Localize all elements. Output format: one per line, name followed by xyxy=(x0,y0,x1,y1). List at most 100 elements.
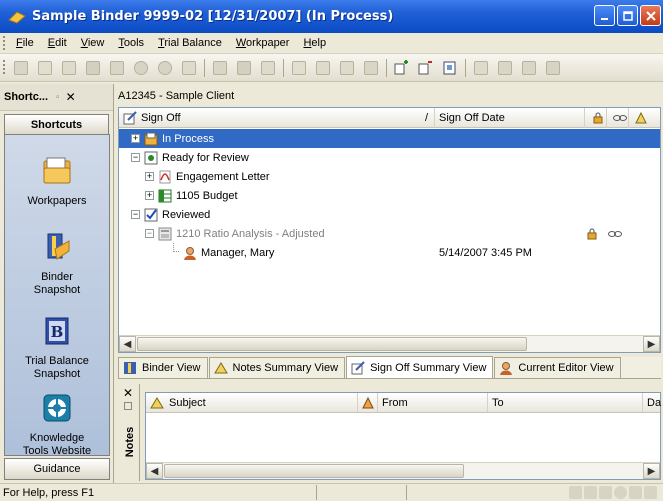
tree-row-ratio-analysis[interactable]: − 1210 Ratio Analysis - Adjusted xyxy=(119,224,660,243)
tree-row-manager-mary[interactable]: Manager, Mary 5/14/2007 3:45 PM xyxy=(119,243,660,262)
tb-edit-button[interactable] xyxy=(209,58,231,78)
globe-icon xyxy=(134,60,148,75)
col-priority[interactable] xyxy=(358,393,378,413)
close-pane-icon[interactable]: ✕ xyxy=(66,90,76,104)
tb-signoff-prep-button[interactable] xyxy=(391,58,413,78)
tb-cut-button[interactable] xyxy=(288,58,310,78)
scroll-thumb[interactable] xyxy=(164,464,464,478)
tb-paste2-button[interactable] xyxy=(336,58,358,78)
tb-refresh-button[interactable] xyxy=(154,58,176,78)
tb-open-button[interactable] xyxy=(34,58,56,78)
tab-current-editor-view[interactable]: Current Editor View xyxy=(494,357,621,378)
play-icon[interactable] xyxy=(599,486,612,499)
shortcuts-tab[interactable]: Shortcuts xyxy=(4,114,109,136)
tb-print-button[interactable] xyxy=(257,58,279,78)
menu-file[interactable]: File xyxy=(9,37,41,49)
tb-properties-button[interactable] xyxy=(360,58,382,78)
expand-icon[interactable]: + xyxy=(145,191,154,200)
close-notes-icon[interactable]: ✕ xyxy=(123,386,133,400)
tree-row-engagement-letter[interactable]: + Engagement Letter xyxy=(119,167,660,186)
tab-notes-summary-view[interactable]: Notes Summary View xyxy=(208,357,346,378)
tb-signoff-button[interactable] xyxy=(233,58,255,78)
tb-copy-button[interactable] xyxy=(58,58,80,78)
window-title: Sample Binder 9999-02 [12/31/2007] (In P… xyxy=(32,9,394,24)
notes-view-icon xyxy=(213,362,228,374)
note-subject-icon xyxy=(150,396,164,408)
eject-icon[interactable] xyxy=(644,486,657,499)
menu-tools[interactable]: Tools xyxy=(111,37,151,49)
prev-icon[interactable] xyxy=(569,486,582,499)
menu-trial-balance[interactable]: Trial Balance xyxy=(151,37,229,49)
pin-icon[interactable]: ▫ xyxy=(56,92,60,103)
tree-row-ready-for-review[interactable]: − Ready for Review xyxy=(119,148,660,167)
expand-icon[interactable]: + xyxy=(131,134,140,143)
expand-icon[interactable]: + xyxy=(145,172,154,181)
col-from[interactable]: From xyxy=(378,393,488,413)
tree-row-reviewed[interactable]: − Reviewed xyxy=(119,205,660,224)
signoff-tree-panel: Sign Off / Sign Off Date + In Process − … xyxy=(118,107,661,353)
menu-grip[interactable] xyxy=(3,35,5,51)
stop-icon[interactable] xyxy=(629,486,642,499)
tb-binder-button[interactable] xyxy=(106,58,128,78)
scroll-right-button[interactable]: ▶ xyxy=(643,336,660,352)
col-date[interactable]: Da xyxy=(643,393,661,413)
tb-new-button[interactable] xyxy=(10,58,32,78)
link-icon xyxy=(546,60,560,75)
col-signoff[interactable]: Sign Off / xyxy=(119,107,435,128)
col-signoff-date[interactable]: Sign Off Date xyxy=(435,107,585,128)
menu-view[interactable]: View xyxy=(74,37,112,49)
tree-row-1105-budget[interactable]: + 1105 Budget xyxy=(119,186,660,205)
col-lock[interactable] xyxy=(585,107,607,128)
col-subject[interactable]: Subject xyxy=(146,393,358,413)
close-button[interactable] xyxy=(640,5,661,26)
shortcut-workpapers[interactable]: Workpapers xyxy=(5,155,109,208)
tb-unlock-button[interactable] xyxy=(518,58,540,78)
scroll-left-button[interactable]: ◀ xyxy=(146,463,163,479)
minimize-button[interactable] xyxy=(594,5,615,26)
tb-globe-button[interactable] xyxy=(130,58,152,78)
toolbar-separator xyxy=(204,58,205,77)
shortcut-binder-snapshot[interactable]: Binder Snapshot xyxy=(5,231,109,297)
roll-forward-icon xyxy=(443,61,456,74)
signoff-preparer-icon xyxy=(394,59,408,74)
maximize-button[interactable] xyxy=(617,5,638,26)
refresh-icon xyxy=(158,60,172,75)
record-icon[interactable] xyxy=(614,486,627,499)
col-to[interactable]: To xyxy=(488,393,643,413)
scroll-thumb[interactable] xyxy=(137,337,527,351)
reviewed-check-icon xyxy=(144,208,158,221)
guidance-tab[interactable]: Guidance xyxy=(4,458,110,480)
menu-edit[interactable]: Edit xyxy=(41,37,74,49)
notes-horizontal-scrollbar[interactable]: ◀ ▶ xyxy=(146,462,660,479)
collapse-icon[interactable]: − xyxy=(145,229,154,238)
tab-binder-view[interactable]: Binder View xyxy=(118,357,208,378)
tb-icon xyxy=(86,60,100,75)
col-link[interactable] xyxy=(607,107,629,128)
tb-copy2-button[interactable] xyxy=(312,58,334,78)
tree-row-in-process[interactable]: + In Process xyxy=(119,129,660,148)
menu-help[interactable]: Help xyxy=(296,37,333,49)
scroll-left-button[interactable]: ◀ xyxy=(119,336,136,352)
tb-paste-button[interactable] xyxy=(178,58,200,78)
collapse-icon[interactable]: − xyxy=(131,153,140,162)
tree-horizontal-scrollbar[interactable]: ◀ ▶ xyxy=(119,335,660,352)
tb-roll-button[interactable] xyxy=(439,58,461,78)
tb-link-button[interactable] xyxy=(542,58,564,78)
toolbar-grip[interactable] xyxy=(3,60,5,75)
pin-icon[interactable] xyxy=(124,402,132,410)
copy-icon xyxy=(316,60,330,75)
tb-notes-button[interactable] xyxy=(470,58,492,78)
tab-sign-off-summary-view[interactable]: Sign Off Summary View xyxy=(346,356,494,378)
binder-snapshot-icon xyxy=(47,233,70,260)
tb-signoff-review-button[interactable] xyxy=(415,58,437,78)
scroll-right-button[interactable]: ▶ xyxy=(643,463,660,479)
tb-lock-button[interactable] xyxy=(494,58,516,78)
tb-tb-button[interactable] xyxy=(82,58,104,78)
collapse-icon[interactable]: − xyxy=(131,210,140,219)
col-note[interactable] xyxy=(629,108,649,128)
menu-workpaper[interactable]: Workpaper xyxy=(229,37,297,49)
title-bar[interactable]: Sample Binder 9999-02 [12/31/2007] (In P… xyxy=(0,0,663,33)
shortcut-trial-balance-snapshot[interactable]: B Trial Balance Snapshot xyxy=(5,315,109,381)
shortcut-knowledge-tools[interactable]: Knowledge Tools Website xyxy=(5,392,109,458)
pause-icon[interactable] xyxy=(584,486,597,499)
